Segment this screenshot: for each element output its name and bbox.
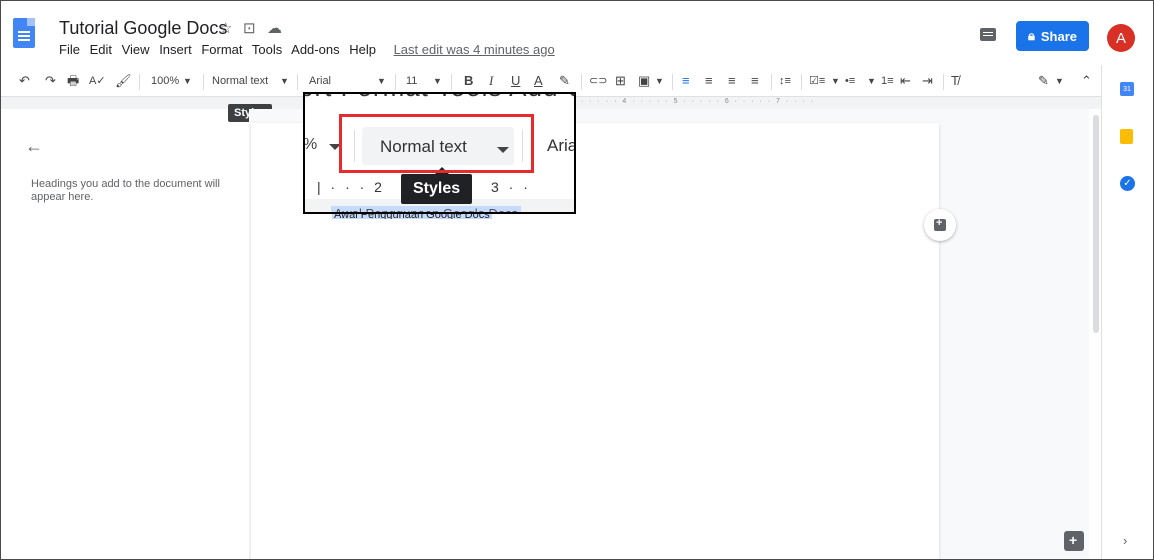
undo-icon[interactable]: ↶ <box>19 74 30 88</box>
calendar-icon[interactable]: 31 <box>1120 82 1134 96</box>
font-caret-icon[interactable]: ▼ <box>377 74 386 88</box>
cloud-status-icon[interactable]: ☁ <box>267 19 282 37</box>
bold-icon[interactable]: B <box>464 74 473 88</box>
align-justify-icon[interactable]: ≡ <box>751 74 759 88</box>
editing-mode-caret-icon[interactable]: ▼ <box>1055 74 1064 88</box>
outline-hint-text: Headings you add to the document will ap… <box>31 178 220 203</box>
font-size-select[interactable]: 11 <box>406 74 417 88</box>
zoom-ruler-left: | · · · 2 <box>317 179 385 195</box>
ruler-ticks: · · · · · 4 · · · · · 5 · · · · · 6 · · … <box>581 98 816 105</box>
zoom-menu-text: sert Format Tools Add-o <box>305 94 574 103</box>
checklist-caret-icon[interactable]: ▼ <box>831 74 840 88</box>
redo-icon[interactable]: ↷ <box>45 74 56 88</box>
menu-bar: File Edit View Insert Format Tools Add-o… <box>59 42 561 57</box>
zoom-styles-tooltip: Styles <box>401 167 473 204</box>
highlight-frame <box>339 114 534 173</box>
editing-mode-icon[interactable]: ✎ <box>1038 74 1049 88</box>
document-title[interactable]: Tutorial Google Docs <box>59 18 227 39</box>
zoom-caret-icon[interactable]: ▼ <box>183 74 192 88</box>
menu-tools[interactable]: Tools <box>252 42 282 57</box>
menu-view[interactable]: View <box>122 42 150 57</box>
align-center-icon[interactable]: ≡ <box>705 74 713 88</box>
style-select[interactable]: Normal text <box>212 74 268 88</box>
underline-icon[interactable]: U <box>511 74 520 88</box>
avatar[interactable]: A <box>1107 24 1135 52</box>
italic-icon[interactable]: I <box>489 74 493 88</box>
share-button[interactable]: 🔒︎ Share <box>1016 21 1089 51</box>
menu-edit[interactable]: Edit <box>90 42 112 57</box>
menu-insert[interactable]: Insert <box>159 42 192 57</box>
star-icon[interactable]: ☆ <box>219 19 232 37</box>
bulleted-list-icon[interactable]: •≡ <box>845 74 855 88</box>
collapse-menus-icon[interactable]: ⌃ <box>1081 74 1092 88</box>
chevron-right-icon[interactable]: › <box>1123 533 1127 548</box>
comment-history-icon[interactable] <box>980 28 996 41</box>
decrease-indent-icon[interactable]: ⇤ <box>900 74 911 88</box>
explore-button[interactable] <box>1064 531 1084 551</box>
image-caret-icon[interactable]: ▼ <box>655 74 664 88</box>
line-spacing-icon[interactable]: ↕≡ <box>779 74 791 88</box>
zoom-percent-fragment: % <box>303 136 318 153</box>
add-comment-icon[interactable]: ⊞ <box>615 74 626 88</box>
link-icon[interactable]: ⊂⊃ <box>589 74 607 88</box>
zoom-font-fragment: Aria <box>547 136 576 155</box>
checklist-icon[interactable]: ☑≡ <box>809 74 825 88</box>
bullets-caret-icon[interactable]: ▼ <box>867 74 876 88</box>
highlight-color-icon[interactable]: ✎ <box>559 74 570 88</box>
align-left-icon[interactable]: ≡ <box>682 74 690 88</box>
menu-format[interactable]: Format <box>201 42 242 57</box>
clear-formatting-icon[interactable]: T̸ <box>951 74 959 88</box>
zoom-ruler-right: 3 · · <box>491 179 531 195</box>
zoom-select[interactable]: 100% <box>151 74 179 88</box>
zoom-doc-fragment: Awal Penggunaan Google Docs <box>331 206 522 212</box>
vertical-scrollbar[interactable] <box>1093 115 1099 333</box>
menu-add-ons[interactable]: Add-ons <box>291 42 339 57</box>
menu-file[interactable]: File <box>59 42 80 57</box>
print-icon[interactable]: 🖶 <box>67 74 79 88</box>
add-comment-icon <box>934 217 946 231</box>
google-docs-window: Tutorial Google Docs ☆ ⊡ ☁ File Edit Vie… <box>0 0 1154 560</box>
last-edit-link[interactable]: Last edit was 4 minutes ago <box>394 42 555 57</box>
style-caret-icon[interactable]: ▼ <box>280 74 289 88</box>
font-size-caret-icon[interactable]: ▼ <box>433 74 442 88</box>
keep-icon[interactable] <box>1120 129 1133 144</box>
numbered-list-icon[interactable]: 1≡ <box>881 74 894 88</box>
text-color-icon[interactable]: A <box>534 74 543 88</box>
increase-indent-icon[interactable]: ⇥ <box>922 74 933 88</box>
lock-icon: 🔒︎ <box>1027 28 1035 43</box>
spellcheck-icon[interactable]: A✓ <box>89 74 106 88</box>
tasks-icon[interactable]: ✓ <box>1120 176 1135 191</box>
font-select[interactable]: Arial <box>309 74 331 88</box>
paint-format-icon[interactable]: 🖌 <box>115 74 132 88</box>
insert-image-icon[interactable]: ▣ <box>638 74 650 88</box>
menu-help[interactable]: Help <box>349 42 376 57</box>
share-label: Share <box>1040 28 1078 44</box>
close-outline-icon[interactable]: ← <box>25 136 43 157</box>
docs-logo-icon[interactable] <box>13 18 35 48</box>
move-to-folder-icon[interactable]: ⊡ <box>243 19 256 37</box>
add-comment-button[interactable] <box>924 209 956 241</box>
align-right-icon[interactable]: ≡ <box>728 74 736 88</box>
